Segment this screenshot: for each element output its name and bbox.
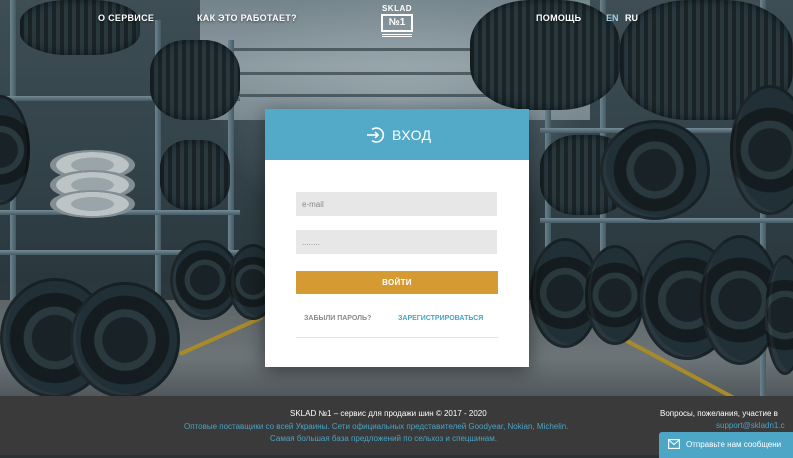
nav-help[interactable]: ПОМОЩЬ [536, 13, 581, 23]
logo-underline [382, 34, 412, 37]
footer-copyright: SKLAD №1 – сервис для продажи шин © 2017… [290, 409, 487, 418]
nav-about[interactable]: О СЕРВИСЕ [98, 13, 154, 23]
chat-button-label: Отправьте нам сообщени [686, 440, 782, 449]
footer-contact-text: Вопросы, пожелания, участие в [660, 409, 778, 418]
footer-support-email[interactable]: support@skladn1.c [716, 421, 785, 430]
email-field[interactable] [296, 192, 497, 216]
chat-message-button[interactable]: Отправьте нам сообщени [659, 432, 793, 458]
password-field[interactable] [296, 230, 497, 254]
logo-mark: №1 [381, 14, 413, 32]
logo[interactable]: SKLAD №1 [380, 4, 414, 40]
login-card: ВХОД ВОЙТИ ЗАБЫЛИ ПАРОЛЬ? ЗАРЕГИСТРИРОВА… [265, 109, 529, 367]
top-navigation: О СЕРВИСЕ КАК ЭТО РАБОТАЕТ? SKLAD №1 ПОМ… [0, 0, 793, 40]
login-title: ВХОД [392, 127, 432, 143]
footer-database-text: Самая большая база предложений по сельхо… [270, 434, 497, 443]
register-link[interactable]: ЗАРЕГИСТРИРОВАТЬСЯ [398, 315, 483, 322]
logo-text: SKLAD [381, 4, 413, 13]
login-button[interactable]: ВОЙТИ [296, 271, 498, 294]
footer-suppliers-text: Оптовые поставщики со всей Украины. Сети… [184, 422, 569, 431]
lang-ru[interactable]: RU [625, 13, 638, 23]
nav-how-it-works[interactable]: КАК ЭТО РАБОТАЕТ? [197, 13, 297, 23]
lang-en[interactable]: EN [606, 13, 619, 23]
login-card-header: ВХОД [265, 109, 529, 160]
forgot-password-link[interactable]: ЗАБЫЛИ ПАРОЛЬ? [304, 315, 371, 322]
login-arrow-icon [367, 127, 385, 143]
envelope-icon [668, 439, 680, 449]
card-divider [296, 337, 498, 338]
